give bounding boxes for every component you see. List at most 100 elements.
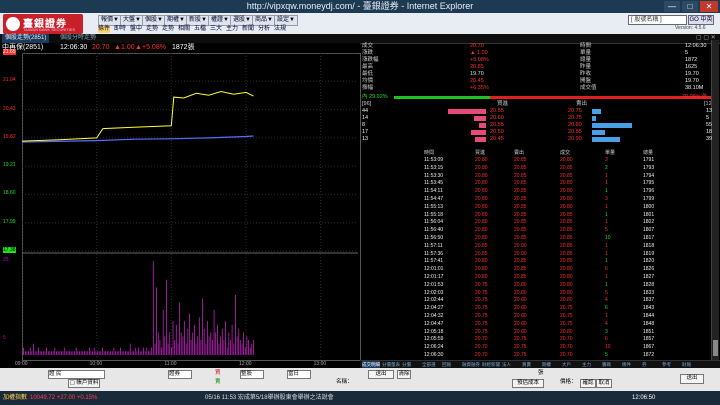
intraday-chart[interactable] <box>22 53 360 360</box>
tick-cell: 20.80 <box>560 289 573 296</box>
send-order-button[interactable]: 送出 <box>680 374 704 384</box>
submenu-item-3[interactable]: 走勢 <box>146 26 158 33</box>
bid-price: 20.55 <box>490 122 504 128</box>
submit-button[interactable]: 送出 <box>368 370 394 379</box>
cancel-button[interactable]: 取消 <box>596 379 612 388</box>
tick-cell: 1851 <box>643 328 655 335</box>
tick-cell: 11:54:47 <box>424 196 444 202</box>
submenu-item-10[interactable]: 分析 <box>258 26 270 33</box>
bid-volume-bar <box>448 109 486 114</box>
maximize-button[interactable]: □ <box>682 1 698 12</box>
tick-cell: 1857 <box>643 336 655 343</box>
tick-cell: 12:01:53 <box>424 281 444 288</box>
buy-radio[interactable]: 買 <box>215 369 221 377</box>
volume-tick-label: 25 <box>3 257 9 263</box>
close-button[interactable]: ✕ <box>700 1 718 12</box>
submenu-item-6[interactable]: 五檔 <box>194 26 206 33</box>
bottom-tab-0[interactable]: 成交明細 <box>362 361 380 368</box>
menu-item-8[interactable]: 設定▼ <box>274 15 298 26</box>
bottom-tab-6[interactable]: 財經新聞 <box>482 361 500 368</box>
menu-item-6[interactable]: 選股▼ <box>230 15 254 26</box>
menu-item-5[interactable]: 權證▼ <box>208 15 232 26</box>
bottom-tab-1[interactable]: 分價量表 <box>382 361 400 368</box>
tick-cell: 20.80 <box>475 211 488 218</box>
submenu-item-7[interactable]: 三大 <box>210 26 222 33</box>
bottom-tab-7[interactable]: 法人 <box>502 361 511 368</box>
tick-cell: 20.85 <box>514 266 527 273</box>
bid-volume-bar <box>473 116 486 121</box>
ask-price: 20.75 <box>568 108 582 114</box>
tick-cell: 1 <box>605 203 608 210</box>
bottom-tab-8[interactable]: 買賣 <box>522 361 531 368</box>
tick-cell: 1827 <box>643 274 655 280</box>
right-scrollbar[interactable] <box>711 40 719 360</box>
tick-cell: 20.85 <box>560 227 573 234</box>
summary-value: 20.45 <box>470 78 484 84</box>
clear-button[interactable]: 清除 <box>397 370 411 379</box>
tick-cell: 20.85 <box>514 235 527 241</box>
lot-type-select[interactable]: 整股 <box>240 370 264 379</box>
submenu-item-2[interactable]: 盤中 <box>130 26 142 33</box>
menu-item-4[interactable]: 新股▼ <box>186 15 210 26</box>
order-panel: 證 民 ▢ 帳戶資料 證券 買 賣 整股 當日 名稱： 送出 清除 張 預估成本… <box>0 368 720 391</box>
bottom-tab-15[interactable]: 參考 <box>662 361 671 368</box>
bid-price: 20.55 <box>490 108 504 114</box>
submenu-item-9[interactable]: 新聞 <box>242 26 254 33</box>
account-info-button[interactable]: ▢ 帳戶資料 <box>68 379 100 388</box>
tick-header: 賣出 <box>514 150 525 156</box>
menu-item-3[interactable]: 期權▼ <box>164 15 188 26</box>
confirm-button[interactable]: 確認 <box>580 379 596 388</box>
menu-item-7[interactable]: 商品▼ <box>252 15 276 26</box>
submenu-item-0[interactable]: 條件 <box>98 26 111 33</box>
quote-price: 20.70 <box>92 44 110 51</box>
bottom-tab-16[interactable]: 財報 <box>682 361 691 368</box>
submenu-item-11[interactable]: 法規 <box>274 26 286 33</box>
tick-cell: 20.85 <box>560 242 573 249</box>
bottom-tab-5[interactable]: 融資融券 <box>462 361 480 368</box>
submenu-item-1[interactable]: 即時 <box>114 26 126 33</box>
tick-cell: 1800 <box>643 203 655 210</box>
price-line <box>22 90 254 142</box>
bottom-tab-13[interactable]: 條件 <box>622 361 631 368</box>
submenu-item-8[interactable]: 主力 <box>226 26 238 33</box>
account-select[interactable]: 證 民 <box>48 370 105 379</box>
summary-value: +6.35% <box>470 85 489 91</box>
summary-label-2: 成交值 <box>580 85 597 91</box>
tick-cell: 20.80 <box>475 172 488 179</box>
minimize-button[interactable]: — <box>664 1 680 12</box>
menu-item-1[interactable]: 大盤▼ <box>120 15 144 26</box>
estimate-cost-button[interactable]: 預估成本 <box>512 379 544 388</box>
period-select[interactable]: 當日 <box>287 370 311 379</box>
trade-type-select[interactable]: 證券 <box>168 370 192 379</box>
bottom-tab-9[interactable]: 期權 <box>542 361 551 368</box>
bid-volume-bar <box>474 137 486 142</box>
brand-logo[interactable]: 臺銀證券 TAIWAN BANK SECURITIES <box>3 14 83 34</box>
tick-cell: 12:01:01 <box>424 266 444 273</box>
tick-cell: 1848 <box>643 320 655 327</box>
submenu-item-5[interactable]: 相關 <box>178 26 190 33</box>
search-input[interactable]: [ 股號名稱 ] <box>628 15 687 25</box>
scrollbar-thumb[interactable] <box>713 340 718 356</box>
tab-minute-chart[interactable]: 個股分時走勢 <box>60 34 96 43</box>
menu-item-0[interactable]: 報價▼ <box>98 15 122 26</box>
menu-item-2[interactable]: 個股▼ <box>142 15 166 26</box>
bottom-tab-3[interactable]: 全部選 <box>422 361 436 368</box>
tick-cell: 1837 <box>643 297 655 304</box>
bottom-tab-10[interactable]: 大戶 <box>562 361 571 368</box>
y-tick-label: 21.04 <box>3 77 16 84</box>
window-tab-intraday[interactable]: 個股走勢(2851) <box>2 34 50 43</box>
up-arrow-icon: ▲ <box>114 44 121 51</box>
bottom-tab-12[interactable]: 籌碼 <box>602 361 611 368</box>
go-button[interactable]: GO 中英 <box>688 15 714 25</box>
y-tick-label: 20.43 <box>3 105 16 112</box>
sell-radio[interactable]: 賣 <box>215 378 221 386</box>
bid-header: 買進 <box>497 101 509 107</box>
tick-cell: 20.85 <box>514 274 527 280</box>
tick-cell: 3 <box>605 328 608 335</box>
bottom-tab-4[interactable]: 回報 <box>442 361 451 368</box>
submenu-item-4[interactable]: 走勢 <box>162 26 174 33</box>
bottom-tab-2[interactable]: 分價 <box>402 361 411 368</box>
tick-cell: 10 <box>605 235 611 241</box>
bottom-tab-14[interactable]: 券 <box>642 361 647 368</box>
bottom-tab-11[interactable]: 主力 <box>582 361 591 368</box>
